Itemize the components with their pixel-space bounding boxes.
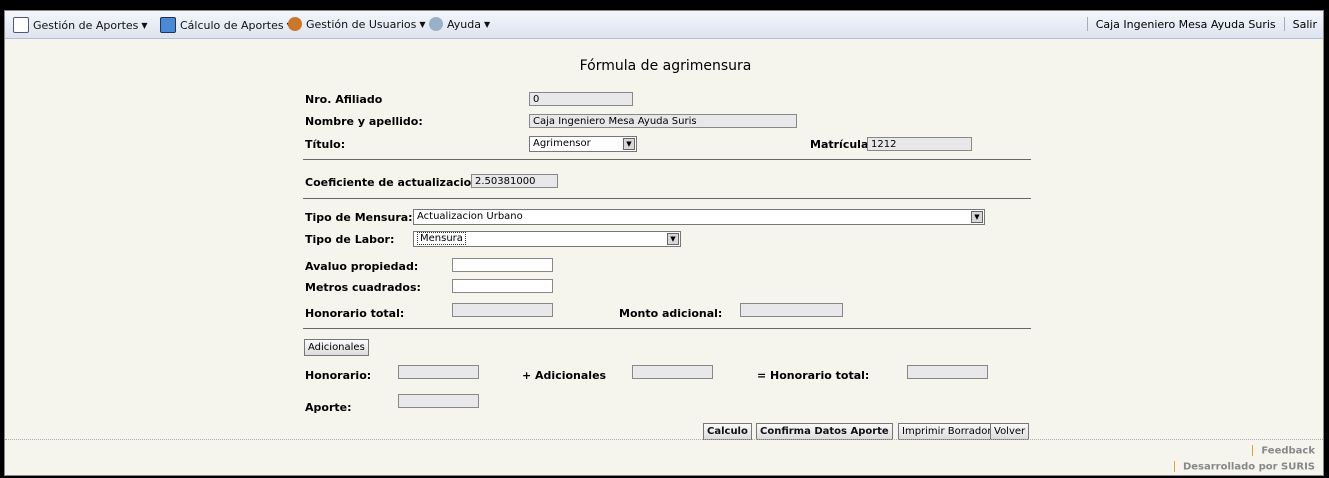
menu-bar: Gestión de Aportes ▼ Cálculo de Aportes … — [5, 11, 1323, 39]
page-title: Fórmula de agrimensura — [579, 58, 752, 74]
mas-adicionales-field[interactable] — [632, 365, 713, 379]
users-icon — [288, 17, 302, 31]
feedback-label: Feedback — [1261, 445, 1315, 457]
matricula-field[interactable]: 1212 — [867, 137, 972, 151]
menu-label: Gestión de Usuarios — [306, 17, 417, 31]
menu-label: Gestión de Aportes — [33, 18, 139, 32]
feedback-link[interactable]: Feedback — [1252, 445, 1315, 457]
app-window: Gestión de Aportes ▼ Cálculo de Aportes … — [4, 10, 1324, 476]
divider — [303, 328, 1031, 329]
dropdown-arrow-icon: ▼ — [667, 233, 679, 245]
tipo-labor-label: Tipo de Labor: — [305, 233, 395, 246]
confirma-datos-button[interactable]: Confirma Datos Aporte — [756, 423, 893, 440]
menu-calculo-aportes[interactable]: Cálculo de Aportes ▼ — [160, 17, 293, 33]
adicionales-button[interactable]: Adicionales — [304, 339, 369, 356]
menu-label: Ayuda — [447, 17, 481, 31]
caret-down-icon: ▼ — [419, 19, 426, 29]
aporte-label: Aporte: — [305, 401, 352, 414]
monto-adicional-field[interactable] — [740, 303, 843, 317]
igual-honorario-total-label: = Honorario total: — [757, 369, 870, 382]
dropdown-arrow-icon: ▼ — [971, 211, 983, 223]
tipo-labor-value: Mensura — [417, 232, 466, 245]
nro-afiliado-field[interactable]: 0 — [529, 92, 633, 106]
help-icon — [429, 17, 443, 31]
document-icon — [13, 17, 29, 33]
igual-honorario-total-field[interactable] — [907, 365, 988, 379]
volver-button[interactable]: Volver — [990, 423, 1030, 440]
footer-divider — [5, 439, 1323, 441]
nombre-label: Nombre y apellido: — [305, 115, 423, 128]
separator — [1283, 17, 1285, 31]
menu-gestion-aportes[interactable]: Gestión de Aportes ▼ — [13, 17, 148, 33]
avaluo-field[interactable] — [452, 258, 553, 272]
calculator-icon — [160, 17, 176, 33]
separator — [1252, 445, 1254, 456]
dropdown-arrow-icon: ▼ — [623, 138, 635, 150]
calculo-button[interactable]: Calculo — [703, 423, 752, 440]
metros-field[interactable] — [452, 279, 553, 293]
divider — [303, 159, 1031, 160]
titulo-select[interactable]: Agrimensor ▼ — [529, 136, 637, 152]
caret-down-icon: ▼ — [483, 19, 491, 29]
tipo-mensura-label: Tipo de Mensura: — [305, 211, 413, 224]
coeficiente-field[interactable]: 2.50381000 — [471, 174, 558, 188]
tipo-mensura-value: Actualizacion Urbano — [417, 211, 523, 222]
aporte-field[interactable] — [398, 394, 479, 408]
user-area: Caja Ingeniero Mesa Ayuda Suris Salir — [1079, 17, 1317, 31]
menu-label: Cálculo de Aportes — [180, 18, 284, 32]
separator — [1086, 17, 1088, 31]
titulo-value: Agrimensor — [533, 138, 591, 149]
logout-link[interactable]: Salir — [1293, 18, 1317, 31]
divider — [303, 198, 1031, 199]
nombre-field[interactable]: Caja Ingeniero Mesa Ayuda Suris — [529, 114, 797, 128]
monto-adicional-label: Monto adicional: — [619, 307, 723, 320]
coeficiente-label: Coeficiente de actualizacion: — [305, 176, 484, 189]
titulo-label: Título: — [305, 138, 346, 151]
developed-by-link[interactable]: Desarrollado por SURIS — [1173, 461, 1315, 473]
menu-gestion-usuarios[interactable]: Gestión de Usuarios ▼ — [288, 17, 426, 31]
honorario-total-label: Honorario total: — [305, 307, 405, 320]
honorario-label: Honorario: — [305, 369, 372, 382]
matricula-label: Matrícula — [810, 138, 869, 151]
separator — [1173, 461, 1175, 472]
menu-ayuda[interactable]: Ayuda ▼ — [429, 17, 490, 31]
imprimir-borrador-button[interactable]: Imprimir Borrador — [898, 423, 996, 440]
avaluo-label: Avaluo propiedad: — [305, 260, 419, 273]
caret-down-icon: ▼ — [141, 20, 148, 30]
developed-by-label: Desarrollado por SURIS — [1182, 461, 1315, 473]
honorario-field[interactable] — [398, 365, 479, 379]
nro-afiliado-label: Nro. Afiliado — [305, 93, 383, 106]
mas-adicionales-label: + Adicionales — [522, 369, 607, 382]
metros-label: Metros cuadrados: — [305, 281, 421, 294]
tipo-labor-select[interactable]: Mensura ▼ — [413, 231, 681, 247]
user-name: Caja Ingeniero Mesa Ayuda Suris — [1095, 17, 1276, 31]
tipo-mensura-select[interactable]: Actualizacion Urbano ▼ — [413, 209, 985, 225]
honorario-total-field[interactable] — [452, 303, 553, 317]
